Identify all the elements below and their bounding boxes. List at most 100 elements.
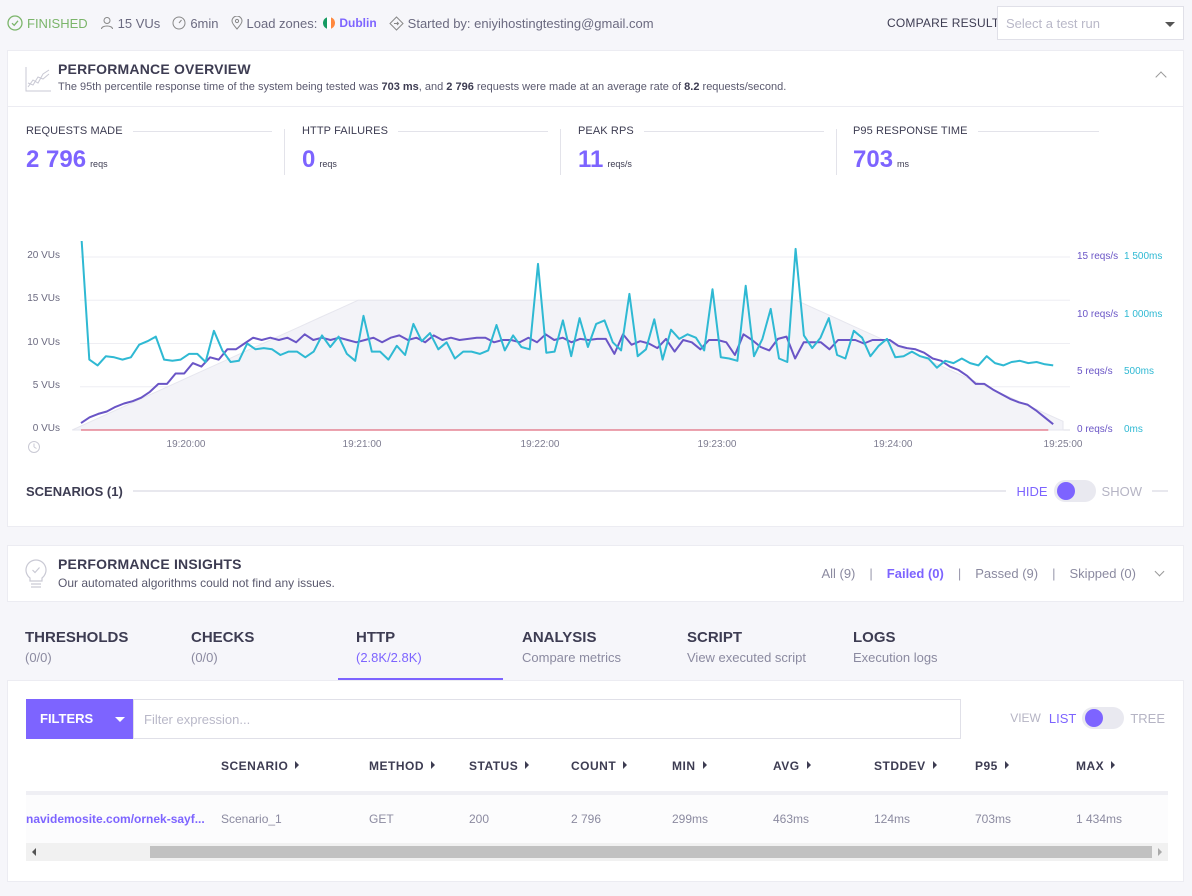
- vus-info: 15 VUs: [100, 16, 160, 31]
- tab-checks[interactable]: CHECKS (0/0): [173, 620, 338, 680]
- y-axis-tick-ms: 1 000ms: [1124, 308, 1163, 320]
- tab-thresholds[interactable]: THRESHOLDS (0/0): [7, 620, 172, 680]
- sort-arrow-icon: [623, 761, 628, 769]
- column-label: STATUS: [469, 759, 519, 773]
- column-header-status[interactable]: STATUS: [469, 759, 530, 773]
- location-pin-icon: [230, 16, 243, 30]
- load-zone-dublin[interactable]: Dublin: [339, 16, 376, 30]
- y-axis-tick-rps: 0 reqs/s: [1077, 424, 1113, 435]
- insights-filter-all[interactable]: All (9): [821, 566, 855, 581]
- cell-max: 1 434ms: [1076, 812, 1123, 826]
- performance-overview-card: PERFORMANCE OVERVIEW The 95th percentile…: [7, 50, 1184, 527]
- column-label: AVG: [773, 759, 800, 773]
- column-header-avg[interactable]: AVG: [773, 759, 811, 773]
- sort-arrow-icon: [1004, 761, 1009, 769]
- tab-title: HTTP: [356, 629, 396, 646]
- ireland-flag-icon: [323, 17, 336, 29]
- compare-select-placeholder: Select a test run: [1006, 16, 1100, 31]
- stat-http-failures: HTTP FAILURES 0 reqs: [302, 125, 562, 185]
- view-list-label[interactable]: LIST: [1049, 711, 1076, 726]
- load-zones-info: Load zones: Dublin: [230, 16, 377, 31]
- cell-avg: 463ms: [773, 812, 810, 826]
- tab-logs[interactable]: LOGS Execution logs: [835, 620, 1000, 680]
- check-circle-icon: [7, 15, 23, 31]
- stats-row: REQUESTS MADE 2 796 reqs HTTP FAILURES 0r…: [26, 125, 1176, 185]
- caret-down-icon: [115, 717, 125, 722]
- scroll-left-arrow-icon[interactable]: [32, 848, 36, 856]
- scrollbar-thumb[interactable]: [150, 846, 1152, 858]
- tab-subtitle: (0/0): [25, 650, 52, 665]
- column-header-stddev[interactable]: STDDEV: [874, 759, 937, 773]
- performance-overview-header[interactable]: PERFORMANCE OVERVIEW The 95th percentile…: [8, 51, 1183, 107]
- stat-label: PEAK RPS: [578, 125, 838, 137]
- sort-arrow-icon: [932, 761, 937, 769]
- y-axis-tick-vus: 20 VUs: [27, 250, 60, 261]
- http-panel: FILTERS VIEW LIST TREE SCENARIO METHOD S…: [7, 680, 1184, 882]
- y-axis-tick-vus: 15 VUs: [27, 293, 60, 305]
- column-header-method[interactable]: METHOD: [369, 759, 435, 773]
- y-axis-tick-ms: 0ms: [1124, 424, 1143, 435]
- toggle-knob: [1056, 482, 1075, 500]
- column-header-count[interactable]: COUNT: [571, 759, 628, 773]
- x-axis-tick: 19:25:00: [1043, 439, 1083, 450]
- chevron-down-icon[interactable]: [1154, 566, 1165, 577]
- stat-divider: [560, 129, 561, 175]
- scenarios-show-label[interactable]: SHOW: [1102, 484, 1142, 499]
- column-label: MAX: [1076, 759, 1105, 773]
- cell-method: GET: [369, 812, 394, 826]
- view-toggle[interactable]: [1082, 707, 1125, 729]
- tab-http[interactable]: HTTP (2.8K/2.8K): [338, 620, 503, 680]
- scroll-right-arrow-icon[interactable]: [1158, 848, 1162, 856]
- column-header-max[interactable]: MAX: [1076, 759, 1116, 773]
- insights-filter-failed[interactable]: Failed (0): [887, 566, 944, 581]
- compare-test-run-select[interactable]: Select a test run: [997, 6, 1184, 40]
- separator: |: [1052, 566, 1056, 581]
- table-row[interactable]: navidemosite.com/ornek-sayf... Scenario_…: [26, 795, 1168, 843]
- y-axis-tick-vus: 0 VUs: [32, 423, 60, 434]
- vus-area: [71, 299, 1064, 431]
- stat-p95-response-time: P95 RESPONSE TIME 703 ms: [853, 125, 1113, 185]
- stat-label: HTTP FAILURES: [302, 125, 562, 137]
- cell-min: 299ms: [672, 812, 709, 826]
- stat-peak-rps: PEAK RPS 11 reqs/s: [578, 125, 838, 185]
- stat-value: 703: [853, 146, 894, 173]
- x-axis-tick: 19:20:00: [166, 439, 206, 450]
- tab-analysis[interactable]: ANALYSIS Compare metrics: [504, 620, 669, 680]
- clock-hands: [33, 443, 37, 449]
- view-tree-label[interactable]: TREE: [1130, 711, 1165, 726]
- insights-filter-links: All (9) | Failed (0) | Passed (9) | Skip…: [821, 566, 1165, 581]
- scenarios-hide-label[interactable]: HIDE: [1016, 484, 1047, 499]
- request-url-link[interactable]: navidemosite.com/ornek-sayf...: [26, 812, 205, 826]
- insights-filter-skipped[interactable]: Skipped (0): [1070, 566, 1136, 581]
- filters-dropdown-button[interactable]: FILTERS: [26, 699, 133, 739]
- sort-arrow-icon: [431, 761, 435, 769]
- y-axis-tick-vus: 5 VUs: [32, 379, 60, 391]
- filter-expression-input[interactable]: [133, 699, 961, 739]
- summary-requests: 2 796: [446, 81, 474, 93]
- caret-down-icon: [1165, 22, 1175, 27]
- horizontal-scrollbar[interactable]: [26, 843, 1168, 861]
- stat-unit: ms: [897, 159, 910, 169]
- separator: |: [957, 566, 962, 581]
- summary-rate: 8.2: [684, 81, 700, 93]
- column-header-min[interactable]: MIN: [672, 759, 707, 773]
- tab-subtitle: View executed script: [687, 650, 806, 665]
- column-label: P95: [975, 759, 998, 773]
- column-header-scenario[interactable]: SCENARIO: [221, 759, 300, 773]
- performance-insights-card[interactable]: PERFORMANCE INSIGHTS Our automated algor…: [7, 545, 1184, 602]
- performance-chart[interactable]: 0 VUs 5 VUs 10 VUs 15 VUs 20 VUs 0 reqs/s 5 re…: [8, 241, 1185, 511]
- x-axis-tick: 19:22:00: [520, 439, 560, 450]
- cell-count: 2 796: [571, 812, 602, 826]
- tab-script[interactable]: SCRIPT View executed script: [669, 620, 834, 680]
- sort-arrow-icon: [702, 761, 707, 769]
- insights-filter-passed[interactable]: Passed (9): [975, 566, 1038, 581]
- started-by-info: Started by: eniyihostingtesting@gmail.co…: [388, 16, 654, 31]
- scenarios-toggle[interactable]: [1053, 480, 1096, 502]
- column-label: COUNT: [571, 759, 617, 773]
- column-header-p95[interactable]: P95: [975, 759, 1009, 773]
- clock-icon: [172, 16, 186, 30]
- performance-chart-svg[interactable]: [8, 241, 1185, 511]
- summary-text: The 95th percentile response time of the…: [58, 81, 382, 93]
- chevron-up-icon[interactable]: [1155, 71, 1167, 83]
- y-axis-tick-rps: 10 reqs/s: [1077, 308, 1119, 320]
